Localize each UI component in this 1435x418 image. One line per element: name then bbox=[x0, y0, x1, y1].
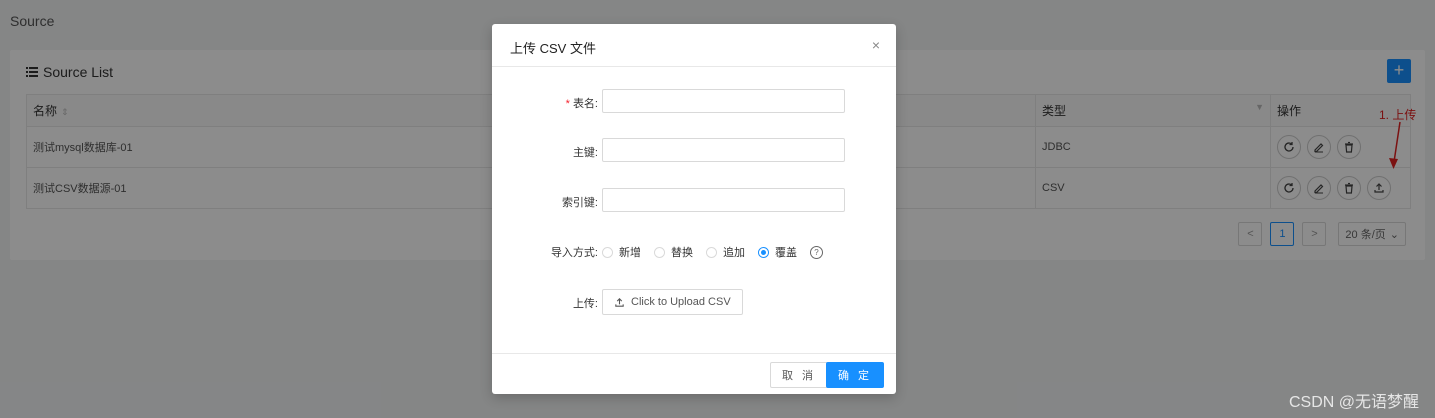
close-icon[interactable]: × bbox=[872, 37, 880, 53]
radio-button-selected[interactable] bbox=[758, 246, 769, 258]
required-mark: * bbox=[565, 98, 570, 110]
cancel-button[interactable]: 取 消 bbox=[769, 362, 828, 388]
table-name-label: * 表名: bbox=[565, 98, 598, 110]
help-icon[interactable]: ? bbox=[810, 245, 823, 259]
modal-title: 上传 CSV 文件 bbox=[510, 41, 596, 56]
primary-key-label: 主键: bbox=[572, 147, 598, 159]
import-mode-label: 导入方式: bbox=[550, 247, 598, 259]
upload-icon bbox=[615, 297, 624, 307]
index-key-input[interactable] bbox=[602, 188, 845, 212]
radio-button[interactable] bbox=[706, 246, 717, 258]
upload-csv-modal: 上传 CSV 文件 × * 表名: 主键: 索引键: 导入方式: 新增 替换 追加 bbox=[492, 24, 896, 394]
radio-option-overwrite[interactable]: 覆盖 bbox=[758, 244, 797, 260]
radio-option-append[interactable]: 追加 bbox=[706, 244, 745, 260]
primary-key-input[interactable] bbox=[602, 138, 845, 162]
modal-header: 上传 CSV 文件 × bbox=[492, 24, 896, 67]
radio-button[interactable] bbox=[602, 246, 613, 258]
radio-button[interactable] bbox=[654, 246, 665, 258]
table-name-input[interactable] bbox=[602, 89, 845, 113]
upload-csv-button[interactable]: Click to Upload CSV bbox=[602, 289, 743, 315]
modal-footer: 取 消 确 定 bbox=[492, 353, 896, 394]
import-mode-radio-group: 新增 替换 追加 覆盖 ? bbox=[602, 244, 823, 260]
watermark: CSDN @无语梦醒 bbox=[1288, 394, 1419, 411]
radio-option-replace[interactable]: 替换 bbox=[654, 244, 693, 260]
upload-label: 上传: bbox=[572, 298, 598, 310]
confirm-button[interactable]: 确 定 bbox=[825, 362, 884, 388]
radio-option-add[interactable]: 新增 bbox=[602, 244, 641, 260]
index-key-label: 索引键: bbox=[561, 197, 598, 209]
